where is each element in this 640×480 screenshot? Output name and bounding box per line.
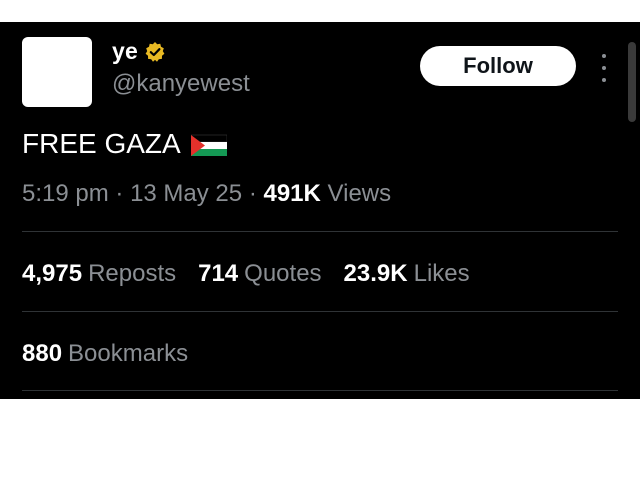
tweet-text: FREE GAZA xyxy=(22,128,227,160)
palestine-flag-icon xyxy=(190,132,227,156)
scrollbar[interactable] xyxy=(628,42,636,122)
bookmarks-count: 880 xyxy=(22,340,63,367)
bookmarks-stat[interactable]: 880 Bookmarks xyxy=(22,340,188,368)
engagement-stats: 4,975 Reposts 714 Quotes 23.9K Likes xyxy=(22,260,492,288)
meta-separator: · xyxy=(115,180,131,207)
divider xyxy=(22,311,618,312)
avatar[interactable] xyxy=(22,37,92,107)
author-name-row: ye xyxy=(112,38,166,65)
divider xyxy=(22,231,618,232)
author-handle[interactable]: @kanyewest xyxy=(112,70,250,98)
tweet-time[interactable]: 5:19 pm xyxy=(22,180,109,207)
divider xyxy=(22,390,618,391)
views-label: Views xyxy=(327,180,392,207)
verified-badge-icon xyxy=(144,41,166,63)
likes-stat[interactable]: 23.9K Likes xyxy=(344,260,470,288)
more-vertical-icon[interactable] xyxy=(597,54,611,82)
tweet-text-content: FREE GAZA xyxy=(22,128,181,159)
quotes-stat[interactable]: 714 Quotes xyxy=(198,260,321,288)
author-display-name[interactable]: ye xyxy=(112,38,138,65)
tweet-date[interactable]: 13 May 25 xyxy=(130,180,242,207)
reposts-stat[interactable]: 4,975 Reposts xyxy=(22,260,176,288)
likes-count: 23.9K xyxy=(343,260,408,287)
reposts-count: 4,975 xyxy=(22,260,83,287)
follow-button[interactable]: Follow xyxy=(420,46,576,86)
quotes-label: Quotes xyxy=(244,260,322,287)
reposts-label: Reposts xyxy=(88,260,177,287)
bookmarks-label: Bookmarks xyxy=(68,340,189,367)
quotes-count: 714 xyxy=(198,260,239,287)
views-count: 491K xyxy=(263,180,321,207)
meta-separator: · xyxy=(248,180,264,207)
tweet-meta: 5:19 pm · 13 May 25 · 491K Views xyxy=(22,180,391,208)
likes-label: Likes xyxy=(413,260,470,287)
tweet-card: ye @kanyewest Follow FREE GAZA 5:19 pm ·… xyxy=(0,22,640,399)
